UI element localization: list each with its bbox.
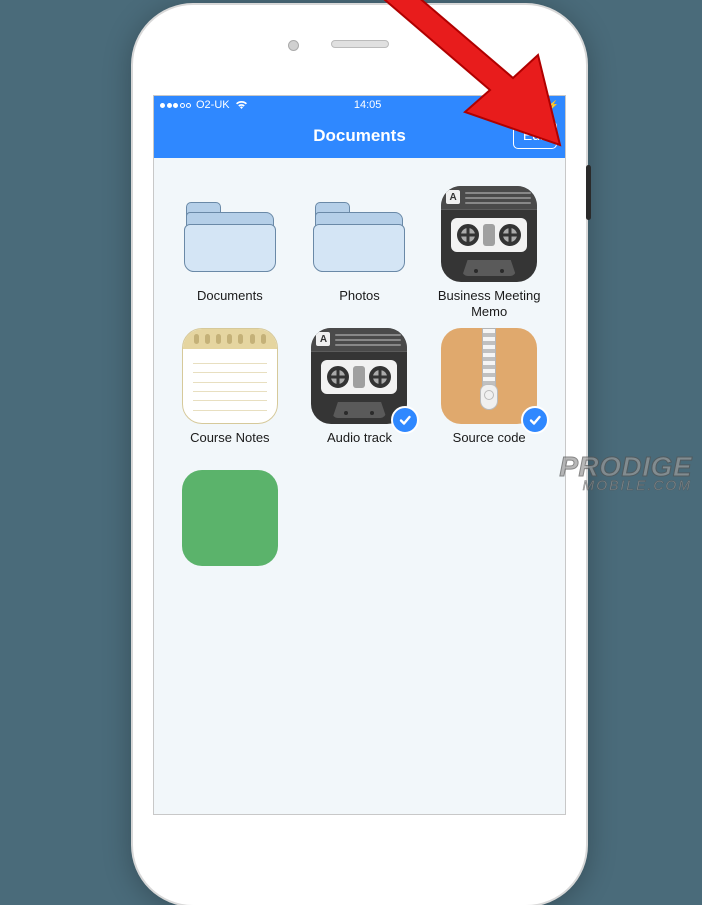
file-item-course-notes[interactable]: Course Notes: [168, 328, 292, 462]
file-item-audio-track[interactable]: A Audio track: [298, 328, 422, 462]
file-item-documents[interactable]: Documents: [168, 186, 292, 320]
file-item-source-code[interactable]: Source code: [427, 328, 551, 462]
side-button: [586, 165, 591, 220]
folder-icon: [311, 186, 407, 282]
wifi-icon: [235, 100, 248, 110]
status-left: O2-UK: [160, 99, 248, 111]
file-label: Course Notes: [190, 430, 269, 462]
file-label: Audio track: [327, 430, 392, 462]
watermark: PRODIGE MOBILE.COM: [559, 454, 692, 492]
folder-icon: [182, 186, 278, 282]
notes-icon: [182, 328, 278, 424]
signal-dots-icon: [160, 103, 191, 108]
app-icon: [182, 470, 278, 566]
zip-icon: [441, 328, 537, 424]
cassette-side-label: A: [316, 332, 330, 346]
file-label: Business Meeting Memo: [427, 288, 551, 320]
carrier-label: O2-UK: [196, 99, 230, 111]
file-label: Documents: [197, 288, 263, 320]
front-camera: [288, 40, 299, 51]
watermark-main: PRODIGE: [559, 454, 692, 479]
annotation-arrow-icon: [370, 0, 580, 160]
screen: O2-UK 14:05 100% ⚡ Documents Edit: [153, 95, 566, 815]
cassette-icon: A: [311, 328, 407, 424]
file-item-partial[interactable]: [168, 470, 292, 604]
file-label: Source code: [453, 430, 526, 462]
cassette-icon: A: [441, 186, 537, 282]
file-item-business-meeting[interactable]: A Business Meeting Memo: [427, 186, 551, 320]
cassette-side-label: A: [446, 190, 460, 204]
file-grid: Documents Photos A: [154, 158, 565, 604]
selected-check-icon: [391, 406, 419, 434]
file-label: Photos: [339, 288, 379, 320]
selected-check-icon: [521, 406, 549, 434]
file-item-photos[interactable]: Photos: [298, 186, 422, 320]
